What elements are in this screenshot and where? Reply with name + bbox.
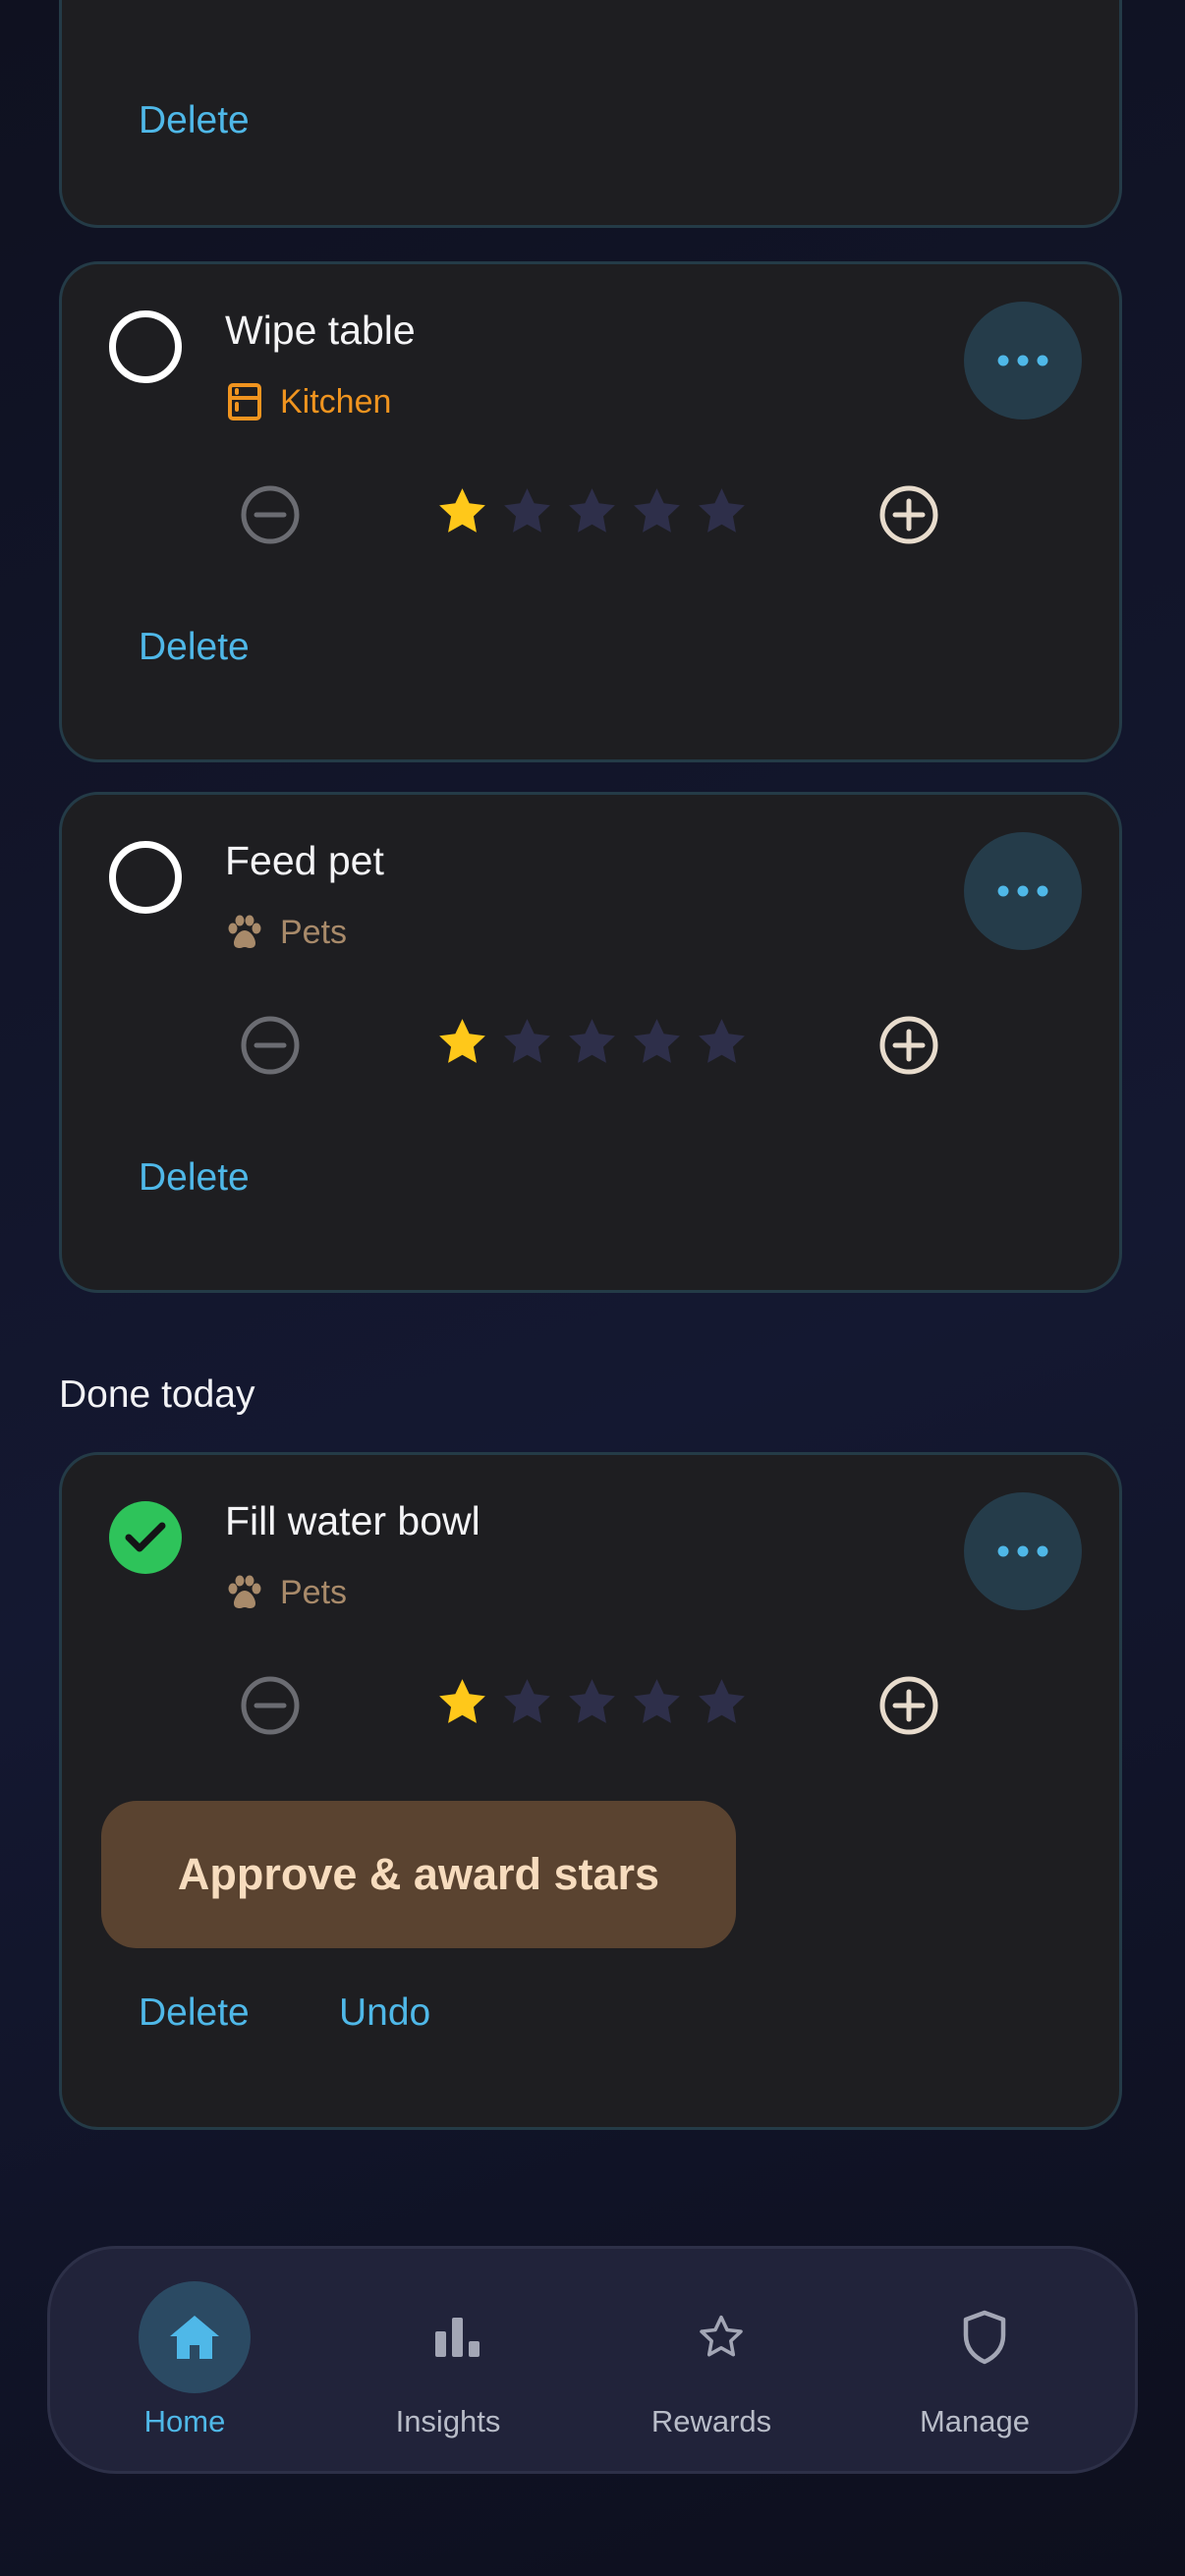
category-label: Pets: [280, 913, 348, 951]
star-filled-icon[interactable]: [435, 1015, 489, 1069]
rating-row: [239, 1671, 956, 1740]
increase-rating-button[interactable]: [877, 483, 940, 551]
complete-checkbox[interactable]: [109, 841, 182, 914]
star-empty-icon[interactable]: [500, 1015, 554, 1069]
rating-row: [239, 0, 956, 3]
delete-button[interactable]: Delete: [139, 1156, 250, 1200]
nav-rewards-bubble: [665, 2281, 777, 2393]
task-title: Fill water bowl: [225, 1498, 480, 1543]
star-filled-icon[interactable]: [435, 1675, 489, 1729]
delete-button[interactable]: Delete: [139, 626, 250, 669]
decrease-rating-button[interactable]: [239, 0, 302, 5]
nav-label: Home: [143, 2404, 226, 2438]
complete-checkbox-checked[interactable]: [109, 1501, 182, 1574]
shield-icon: [963, 2310, 1006, 2365]
task-card: Wipe table Kitchen Delete: [59, 261, 1122, 762]
paw-icon: [225, 1573, 264, 1612]
nav-label: Insights: [395, 2404, 501, 2438]
done-task-card: Fill water bowl Pets Approve & award sta…: [59, 1452, 1122, 2130]
nav-label: Rewards: [650, 2404, 772, 2438]
star-empty-icon[interactable]: [565, 1015, 619, 1069]
decrease-rating-button[interactable]: [239, 1014, 302, 1082]
category-label: Pets: [280, 1573, 348, 1611]
rating-row: [239, 480, 956, 549]
more-options-button[interactable]: [964, 302, 1082, 420]
star-empty-icon[interactable]: [565, 1675, 619, 1729]
decrease-rating-button[interactable]: [239, 483, 302, 551]
decrease-rating-button[interactable]: [239, 1674, 302, 1742]
star-empty-icon[interactable]: [630, 1015, 684, 1069]
star-empty-icon[interactable]: [500, 1675, 554, 1729]
category-label: Kitchen: [280, 382, 392, 420]
home-icon: [170, 2316, 219, 2359]
nav-insights-bubble: [402, 2281, 514, 2393]
star-rating: [435, 1015, 760, 1069]
nav-item-manage[interactable]: Manage: [842, 2249, 1107, 2477]
nav-item-home[interactable]: Home: [52, 2249, 317, 2477]
task-title: Wipe table: [225, 308, 416, 353]
star-filled-icon[interactable]: [435, 484, 489, 538]
star-rating: [435, 484, 760, 538]
increase-rating-button[interactable]: [877, 1014, 940, 1082]
star-empty-icon[interactable]: [695, 484, 749, 538]
star-empty-icon[interactable]: [565, 484, 619, 538]
star-empty-icon[interactable]: [695, 1675, 749, 1729]
more-icon: [997, 1545, 1048, 1557]
nav-item-rewards[interactable]: Rewards: [579, 2249, 844, 2477]
task-title: Feed pet: [225, 838, 384, 883]
star-empty-icon[interactable]: [630, 484, 684, 538]
nav-item-insights[interactable]: Insights: [315, 2249, 581, 2477]
section-heading-done-today: Done today: [59, 1373, 255, 1416]
star-empty-icon[interactable]: [500, 484, 554, 538]
complete-checkbox[interactable]: [109, 310, 182, 383]
more-options-button[interactable]: [964, 832, 1082, 950]
approve-award-stars-button[interactable]: Approve & award stars: [101, 1801, 736, 1948]
star-empty-icon[interactable]: [630, 1675, 684, 1729]
undo-button[interactable]: Undo: [339, 1991, 430, 2035]
increase-rating-button[interactable]: [877, 0, 940, 5]
task-card: Feed pet Pets Delete: [59, 792, 1122, 1293]
nav-manage-bubble: [929, 2281, 1041, 2393]
delete-button[interactable]: Delete: [139, 1991, 250, 2035]
task-category: Kitchen: [225, 382, 391, 421]
task-category: Pets: [225, 913, 347, 952]
task-category: Pets: [225, 1573, 347, 1612]
delete-button[interactable]: Delete: [139, 99, 250, 142]
paw-icon: [225, 913, 264, 952]
increase-rating-button[interactable]: [877, 1674, 940, 1742]
star-outline-icon: [700, 2315, 743, 2357]
more-icon: [997, 355, 1048, 366]
star-empty-icon[interactable]: [695, 1015, 749, 1069]
bar-chart-icon: [435, 2318, 480, 2357]
nav-home-bubble: [139, 2281, 251, 2393]
task-card: Delete: [59, 0, 1122, 228]
bottom-navigation: Home Insights Rewards Manage: [47, 2246, 1138, 2474]
rating-row: [239, 1011, 956, 1080]
check-icon: [125, 1522, 166, 1552]
nav-label: Manage: [919, 2404, 1031, 2438]
star-rating: [435, 1675, 760, 1729]
more-icon: [997, 885, 1048, 897]
more-options-button[interactable]: [964, 1492, 1082, 1610]
kitchen-icon: [225, 382, 264, 421]
